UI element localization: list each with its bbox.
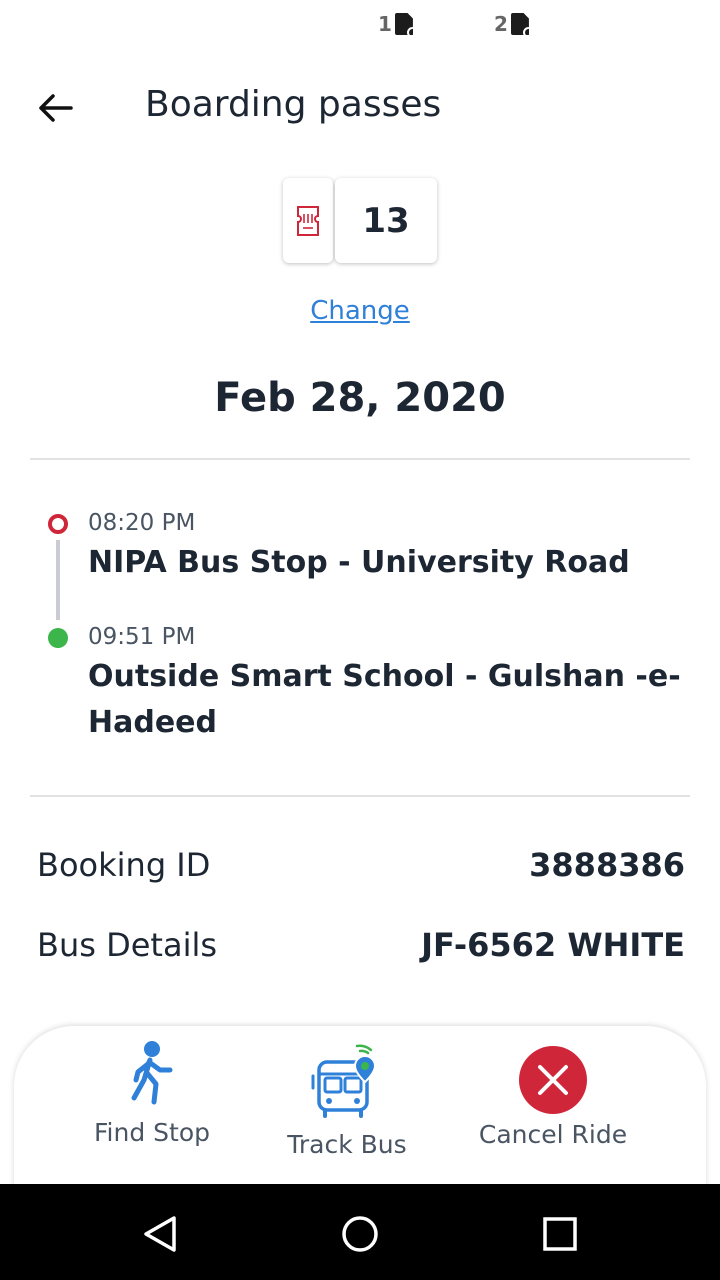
sim-1-indicator: 1 xyxy=(378,12,413,36)
sim-card-icon xyxy=(510,13,529,35)
destination-marker-icon xyxy=(48,628,68,648)
ticket-icon xyxy=(297,205,319,236)
bus-location-icon xyxy=(311,1044,377,1118)
cancel-ride-label: Cancel Ride xyxy=(478,1120,628,1149)
seat-icon-box xyxy=(283,178,333,263)
sim-2-indicator: 2 xyxy=(494,12,529,36)
find-stop-button[interactable]: Find Stop xyxy=(62,1040,242,1147)
sim-1-label: 1 xyxy=(378,12,392,36)
booking-id-row: Booking ID 3888386 xyxy=(37,846,685,884)
change-seat-link[interactable]: Change xyxy=(0,296,720,326)
bus-details-label: Bus Details xyxy=(37,926,218,964)
find-stop-label: Find Stop xyxy=(93,1118,210,1147)
cancel-ride-button[interactable]: Cancel Ride xyxy=(463,1040,643,1149)
close-icon xyxy=(538,1065,568,1095)
route-line xyxy=(56,540,60,620)
track-bus-label: Track Bus xyxy=(287,1130,407,1159)
nav-home-icon xyxy=(342,1216,378,1252)
trip-date: Feb 28, 2020 xyxy=(214,375,506,421)
origin-name: NIPA Bus Stop - University Road xyxy=(88,545,630,580)
divider xyxy=(30,795,690,797)
origin-time: 08:20 PM xyxy=(88,510,196,536)
origin-marker-icon xyxy=(48,514,68,534)
bus-details-value: JF-6562 WHITE xyxy=(421,926,685,964)
sim-card-icon xyxy=(394,13,413,35)
nav-recents-icon xyxy=(543,1217,577,1251)
back-button[interactable] xyxy=(30,86,80,130)
bus-details-row: Bus Details JF-6562 WHITE xyxy=(37,926,685,964)
divider xyxy=(30,458,690,460)
track-bus-button[interactable]: Track Bus xyxy=(257,1040,437,1159)
walking-person-icon xyxy=(131,1041,173,1105)
booking-id-label: Booking ID xyxy=(37,846,211,884)
destination-stop: 09:51 PM Outside Smart School - Gulshan … xyxy=(88,624,688,746)
nav-back-icon xyxy=(144,1216,176,1252)
booking-id-value: 3888386 xyxy=(529,846,685,884)
destination-time: 09:51 PM xyxy=(88,624,196,650)
status-bar: 1 2 xyxy=(0,0,720,56)
nav-home-button[interactable] xyxy=(338,1212,382,1256)
sim-2-label: 2 xyxy=(494,12,508,36)
origin-stop: 08:20 PM NIPA Bus Stop - University Road xyxy=(88,510,688,586)
header: Boarding passes xyxy=(0,70,720,146)
seat-number: 13 xyxy=(335,178,437,263)
nav-back-button[interactable] xyxy=(138,1212,182,1256)
seat-selector: 13 xyxy=(283,178,437,263)
destination-name: Outside Smart School - Gulshan -e-Hadeed xyxy=(88,659,681,740)
cancel-circle xyxy=(519,1046,587,1114)
system-nav-bar xyxy=(0,1184,720,1280)
arrow-left-icon xyxy=(39,94,73,122)
page-title: Boarding passes xyxy=(145,84,442,125)
nav-recents-button[interactable] xyxy=(538,1212,582,1256)
